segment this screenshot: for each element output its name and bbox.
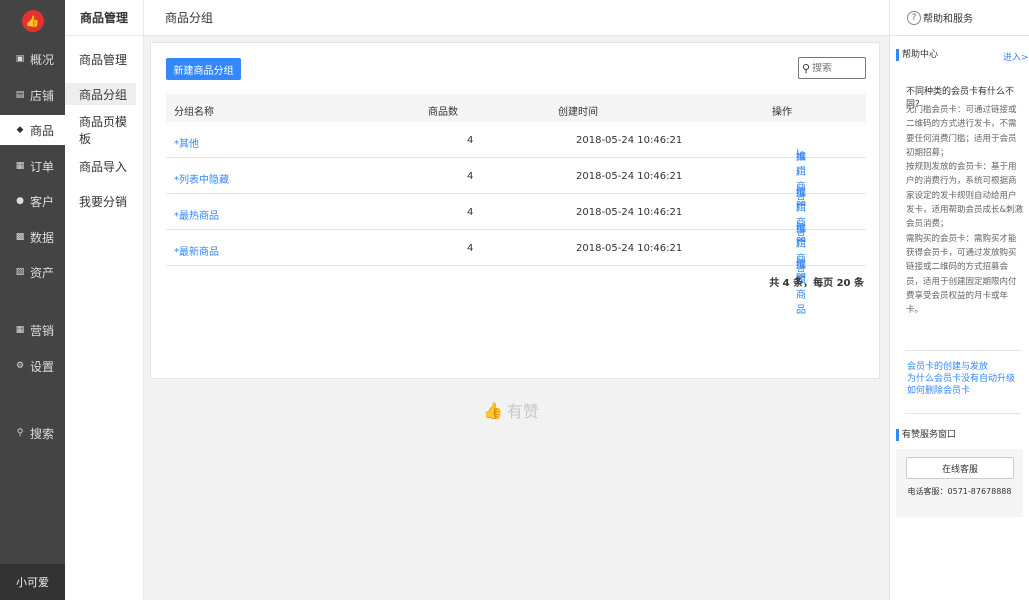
nav-item-store[interactable]: ▤ 店铺 bbox=[0, 80, 65, 110]
col-group-name: 分组名称 bbox=[174, 107, 214, 118]
help-panel: ? 帮助和服务 帮助中心 进入> 不同种类的会员卡有什么不同？ 无门槛会员卡：可… bbox=[889, 0, 1029, 600]
page-title: 商品分组 bbox=[165, 11, 214, 25]
user-account[interactable]: 小可爱 bbox=[0, 564, 65, 600]
col-item-count: 商品数 bbox=[428, 107, 458, 118]
help-link-delete[interactable]: 如何删除会员卡 bbox=[907, 383, 970, 396]
divider bbox=[905, 350, 1021, 351]
store-icon: ▤ bbox=[15, 90, 25, 100]
col-actions: 操作 bbox=[772, 107, 792, 118]
chart-icon: ▩ bbox=[15, 232, 25, 242]
tag-icon: ◆ bbox=[16, 125, 24, 135]
item-count: 4 bbox=[467, 135, 474, 146]
nav-item-search[interactable]: ⚲ 搜索 bbox=[0, 418, 65, 448]
nav-item-orders[interactable]: ▦ 订单 bbox=[0, 151, 65, 181]
help-header[interactable]: ? 帮助和服务 bbox=[890, 0, 1029, 36]
brand-text: 有赞 bbox=[506, 402, 539, 421]
nav-item-assets[interactable]: ▨ 资产 bbox=[0, 257, 65, 287]
group-name-link[interactable]: *最新商品 bbox=[174, 243, 219, 258]
created-time: 2018-05-24 10:46:21 bbox=[576, 243, 683, 254]
sub-nav: 商品管理 商品管理 商品分组 商品页模板 商品导入 我要分销 bbox=[65, 0, 144, 600]
created-time: 2018-05-24 10:46:21 bbox=[576, 207, 683, 218]
group-name-link[interactable]: *其他 bbox=[174, 135, 199, 150]
thumbs-up-logo-icon: 👍 bbox=[21, 10, 44, 32]
search-input[interactable] bbox=[812, 62, 861, 74]
service-title: 有赞服务窗口 bbox=[896, 429, 956, 441]
item-count: 4 bbox=[467, 171, 474, 182]
question-icon: ? bbox=[907, 10, 921, 25]
item-count: 4 bbox=[467, 207, 474, 218]
logo[interactable]: 👍 bbox=[0, 0, 65, 42]
subnav-title: 商品管理 bbox=[65, 0, 143, 36]
monitor-icon: ▣ bbox=[15, 54, 25, 64]
nav-item-customers[interactable]: ● 客户 bbox=[0, 186, 65, 216]
col-created-time: 创建时间 bbox=[558, 107, 598, 118]
thumbs-up-icon: 👍 bbox=[483, 400, 503, 420]
main-nav: 👍 ▣ 概况 ▤ 店铺 ◆ 商品 ▦ 订单 ● 客户 ▩ 数据 ▨ 资产 ▦ 营… bbox=[0, 0, 65, 600]
online-service-button[interactable]: 在线客服 bbox=[906, 457, 1014, 479]
search-icon: ⚲ bbox=[16, 428, 24, 438]
grid-icon: ▦ bbox=[15, 325, 25, 335]
nav-item-settings[interactable]: ⚙ 设置 bbox=[0, 351, 65, 381]
nav-item-overview[interactable]: ▣ 概况 bbox=[0, 44, 65, 74]
footer-brand: 👍 有赞 bbox=[483, 398, 539, 422]
pagination-info: 共 4 条，每页 20 条 bbox=[769, 278, 864, 289]
help-enter-link[interactable]: 进入> bbox=[1003, 50, 1029, 63]
subnav-item-import[interactable]: 商品导入 bbox=[65, 155, 136, 177]
nav-item-marketing[interactable]: ▦ 营销 bbox=[0, 315, 65, 345]
divider bbox=[905, 413, 1021, 414]
group-name-link[interactable]: *最热商品 bbox=[174, 207, 219, 222]
gear-icon: ⚙ bbox=[15, 361, 25, 371]
service-phone: 电话客服：0571-87678888 bbox=[907, 487, 1012, 496]
page-header: 商品分组 bbox=[144, 0, 889, 36]
search-icon: ⚲ bbox=[802, 61, 811, 75]
new-group-button[interactable]: 新建商品分组 bbox=[166, 58, 241, 80]
created-time: 2018-05-24 10:46:21 bbox=[576, 171, 683, 182]
subnav-item-goods-manage[interactable]: 商品管理 bbox=[65, 48, 136, 70]
nav-item-data[interactable]: ▩ 数据 bbox=[0, 222, 65, 252]
service-box: 在线客服 电话客服：0571-87678888 bbox=[896, 449, 1023, 517]
subnav-item-distribution[interactable]: 我要分销 bbox=[65, 190, 136, 212]
nav-item-goods[interactable]: ◆ 商品 bbox=[0, 115, 65, 145]
help-answer: 无门槛会员卡：可通过链接或二维码的方式进行发卡，不需要任何消费门槛；适用于会员初… bbox=[906, 105, 1024, 316]
wallet-icon: ▨ bbox=[15, 267, 25, 277]
subnav-item-goods-group[interactable]: 商品分组 bbox=[65, 83, 136, 105]
table-header: 分组名称 商品数 创建时间 操作 bbox=[166, 94, 866, 122]
item-count: 4 bbox=[467, 243, 474, 254]
table-row: *最热商品 4 2018-05-24 10:46:21 编辑 | 推广商品 bbox=[166, 194, 866, 280]
subnav-item-page-template[interactable]: 商品页模板 bbox=[65, 115, 136, 146]
created-time: 2018-05-24 10:46:21 bbox=[576, 135, 683, 146]
help-center-title: 帮助中心 bbox=[896, 49, 938, 61]
table-row: *其他 4 2018-05-24 10:46:21 编辑 | 推广商品 bbox=[166, 122, 866, 208]
group-list-card: 新建商品分组 ⚲ 分组名称 商品数 创建时间 操作 *其他 4 2018-05-… bbox=[150, 42, 880, 379]
search-box[interactable]: ⚲ bbox=[798, 57, 866, 79]
table-row: *列表中隐藏 4 2018-05-24 10:46:21 编辑 | 推广商品 bbox=[166, 158, 866, 244]
clipboard-icon: ▦ bbox=[15, 161, 25, 171]
group-name-link[interactable]: *列表中隐藏 bbox=[174, 171, 229, 186]
user-icon: ● bbox=[16, 196, 24, 206]
table-row: *最新商品 4 2018-05-24 10:46:21 编辑 | 推广商品 bbox=[166, 230, 866, 316]
